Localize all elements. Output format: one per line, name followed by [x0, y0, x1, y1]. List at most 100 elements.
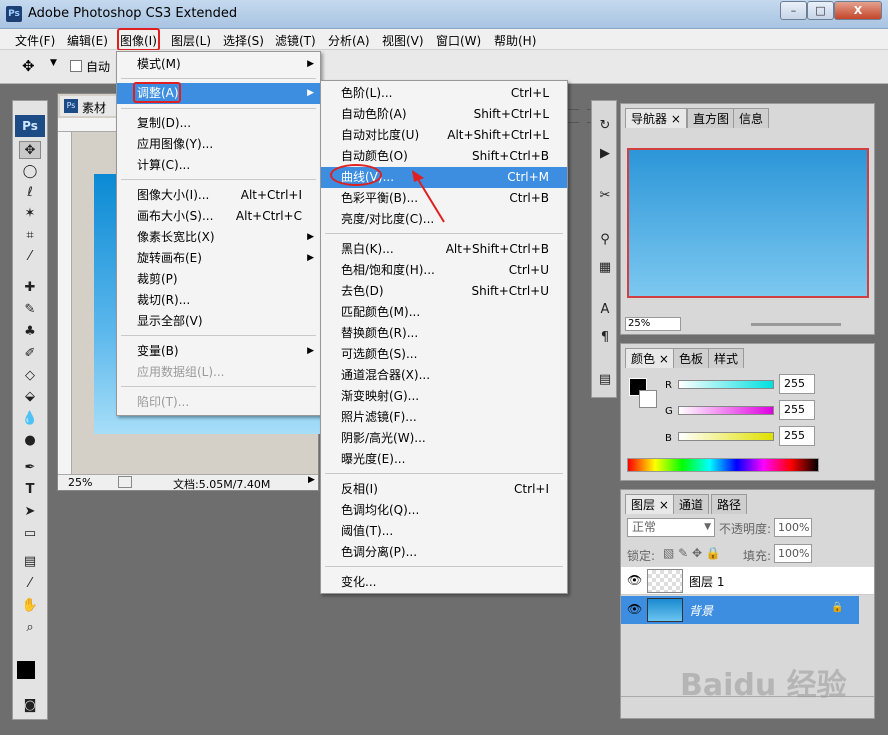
- menu-item-reveal-all[interactable]: 显示全部(V): [117, 311, 320, 332]
- menu-view[interactable]: 视图(V): [382, 32, 424, 49]
- lock-icons[interactable]: ▧ ✎ ✥ 🔒: [663, 546, 721, 560]
- type-tool-icon[interactable]: T: [19, 481, 41, 499]
- green-value-input[interactable]: 255: [779, 400, 815, 420]
- blue-channel-slider[interactable]: [678, 432, 774, 441]
- eye-visibility-icon[interactable]: 👁: [627, 573, 642, 587]
- menu-filter[interactable]: 滤镜(T): [275, 32, 316, 49]
- paragraph-panel-icon[interactable]: ¶: [594, 329, 616, 347]
- zoom-tool-icon[interactable]: ⌕: [19, 619, 41, 637]
- blend-mode-select[interactable]: 正常 ▼: [627, 518, 715, 537]
- menu-item-threshold[interactable]: 阈值(T)...: [321, 521, 567, 542]
- menu-help[interactable]: 帮助(H): [494, 32, 536, 49]
- close-button[interactable]: X: [834, 1, 882, 20]
- tab-paths[interactable]: 路径: [711, 494, 748, 514]
- blur-tool-icon[interactable]: 💧: [19, 410, 41, 428]
- history-panel-icon[interactable]: ↻: [594, 117, 616, 135]
- menu-item-match-color[interactable]: 匹配颜色(M)...: [321, 302, 567, 323]
- fill-input[interactable]: 100%: [774, 544, 812, 563]
- chevron-down-icon[interactable]: ▼: [50, 58, 57, 68]
- marquee-tool-icon[interactable]: ◯: [19, 163, 41, 181]
- foreground-color-swatch[interactable]: [17, 661, 35, 679]
- menu-item-calculations[interactable]: 计算(C)...: [117, 155, 320, 176]
- background-color-swatch[interactable]: [639, 390, 657, 408]
- menu-item-pixel-aspect[interactable]: 像素长宽比(X) ▶: [117, 227, 320, 248]
- maximize-button[interactable]: □: [807, 1, 834, 20]
- navigator-thumbnail[interactable]: [627, 148, 869, 298]
- green-channel-slider[interactable]: [678, 406, 774, 415]
- menu-item-desaturate[interactable]: 去色(D) Shift+Ctrl+U: [321, 281, 567, 302]
- menu-item-auto-levels[interactable]: 自动色阶(A) Shift+Ctrl+L: [321, 104, 567, 125]
- menu-item-shadow-highlight[interactable]: 阴影/高光(W)...: [321, 428, 567, 449]
- navigator-zoom[interactable]: 25%: [625, 317, 681, 331]
- menu-item-levels[interactable]: 色阶(L)... Ctrl+L: [321, 83, 567, 104]
- tab-color[interactable]: 颜色 ×: [625, 348, 675, 368]
- menu-item-mode[interactable]: 模式(M) ▶: [117, 54, 320, 75]
- menu-item-variations[interactable]: 变化...: [321, 572, 567, 593]
- menu-item-auto-contrast[interactable]: 自动对比度(U) Alt+Shift+Ctrl+L: [321, 125, 567, 146]
- character-panel-icon[interactable]: A: [594, 301, 616, 319]
- menu-layer[interactable]: 图层(L): [171, 32, 211, 49]
- history-brush-icon[interactable]: ✐: [19, 345, 41, 363]
- pen-tool-icon[interactable]: ✒: [19, 459, 41, 477]
- menu-analysis[interactable]: 分析(A): [328, 32, 370, 49]
- status-menu-icon[interactable]: [118, 476, 132, 488]
- menu-item-duplicate[interactable]: 复制(D)...: [117, 113, 320, 134]
- menu-item-canvas-size[interactable]: 画布大小(S)... Alt+Ctrl+C: [117, 206, 320, 227]
- tab-styles[interactable]: 样式: [708, 348, 745, 368]
- tab-swatches[interactable]: 色板: [673, 348, 710, 368]
- tab-layers[interactable]: 图层 ×: [625, 494, 675, 514]
- clone-source-icon[interactable]: ▦: [594, 259, 616, 277]
- color-spectrum-bar[interactable]: [627, 458, 819, 472]
- menu-item-trim[interactable]: 裁切(R)...: [117, 290, 320, 311]
- crop-tool-icon[interactable]: ⌗: [19, 227, 41, 245]
- slice-tool-icon[interactable]: ⁄: [19, 248, 41, 266]
- doc-zoom[interactable]: 25%: [68, 476, 92, 489]
- tab-histogram[interactable]: 直方图: [687, 108, 736, 128]
- tab-info[interactable]: 信息: [733, 108, 770, 128]
- opacity-input[interactable]: 100%: [774, 518, 812, 537]
- stamp-tool-icon[interactable]: ♣: [19, 323, 41, 341]
- menu-item-channel-mixer[interactable]: 通道混合器(X)...: [321, 365, 567, 386]
- menu-item-photo-filter[interactable]: 照片滤镜(F)...: [321, 407, 567, 428]
- menu-item-selective-color[interactable]: 可选颜色(S)...: [321, 344, 567, 365]
- layer-row-selected[interactable]: 👁 背景 🔒: [621, 596, 859, 624]
- menu-item-crop[interactable]: 裁剪(P): [117, 269, 320, 290]
- menu-item-variables[interactable]: 变量(B) ▶: [117, 341, 320, 362]
- minimize-button[interactable]: –: [780, 1, 807, 20]
- move-tool-icon[interactable]: ✥: [22, 57, 35, 75]
- menu-item-black-white[interactable]: 黑白(K)... Alt+Shift+Ctrl+B: [321, 239, 567, 260]
- menu-window[interactable]: 窗口(W): [436, 32, 481, 49]
- path-select-icon[interactable]: ➤: [19, 503, 41, 521]
- menu-item-hue-saturation[interactable]: 色相/饱和度(H)... Ctrl+U: [321, 260, 567, 281]
- brushes-panel-icon[interactable]: ⚲: [594, 231, 616, 249]
- menu-select[interactable]: 选择(S): [223, 32, 264, 49]
- eraser-tool-icon[interactable]: ◇: [19, 367, 41, 385]
- shape-tool-icon[interactable]: ▭: [19, 525, 41, 543]
- eyedropper-icon[interactable]: ⁄: [19, 575, 41, 593]
- menu-edit[interactable]: 编辑(E): [67, 32, 108, 49]
- quick-mask-icon[interactable]: ◙: [19, 697, 41, 715]
- red-value-input[interactable]: 255: [779, 374, 815, 394]
- lasso-tool-icon[interactable]: ℓ: [19, 184, 41, 202]
- menu-item-exposure[interactable]: 曝光度(E)...: [321, 449, 567, 470]
- menu-item-image-size[interactable]: 图像大小(I)... Alt+Ctrl+I: [117, 185, 320, 206]
- move-tool-icon[interactable]: ✥: [19, 141, 41, 159]
- menu-item-apply-image[interactable]: 应用图像(Y)...: [117, 134, 320, 155]
- menu-file[interactable]: 文件(F): [15, 32, 55, 49]
- eye-visibility-icon[interactable]: 👁: [627, 602, 642, 616]
- menu-item-equalize[interactable]: 色调均化(Q)...: [321, 500, 567, 521]
- menu-item-gradient-map[interactable]: 渐变映射(G)...: [321, 386, 567, 407]
- hand-tool-icon[interactable]: ✋: [19, 597, 41, 615]
- status-arrow-icon[interactable]: ▶: [308, 475, 315, 485]
- layer-row[interactable]: 👁 图层 1: [621, 567, 874, 595]
- menu-item-rotate-canvas[interactable]: 旋转画布(E) ▶: [117, 248, 320, 269]
- notes-tool-icon[interactable]: ▤: [19, 553, 41, 571]
- auto-select-checkbox[interactable]: [70, 60, 82, 72]
- brush-tool-icon[interactable]: ✎: [19, 301, 41, 319]
- tool-presets-icon[interactable]: ✂: [594, 187, 616, 205]
- navigator-zoom-slider[interactable]: [751, 323, 841, 326]
- tab-navigator[interactable]: 导航器 ×: [625, 108, 687, 128]
- actions-panel-icon[interactable]: ▶: [594, 145, 616, 163]
- blue-value-input[interactable]: 255: [779, 426, 815, 446]
- menu-item-invert[interactable]: 反相(I) Ctrl+I: [321, 479, 567, 500]
